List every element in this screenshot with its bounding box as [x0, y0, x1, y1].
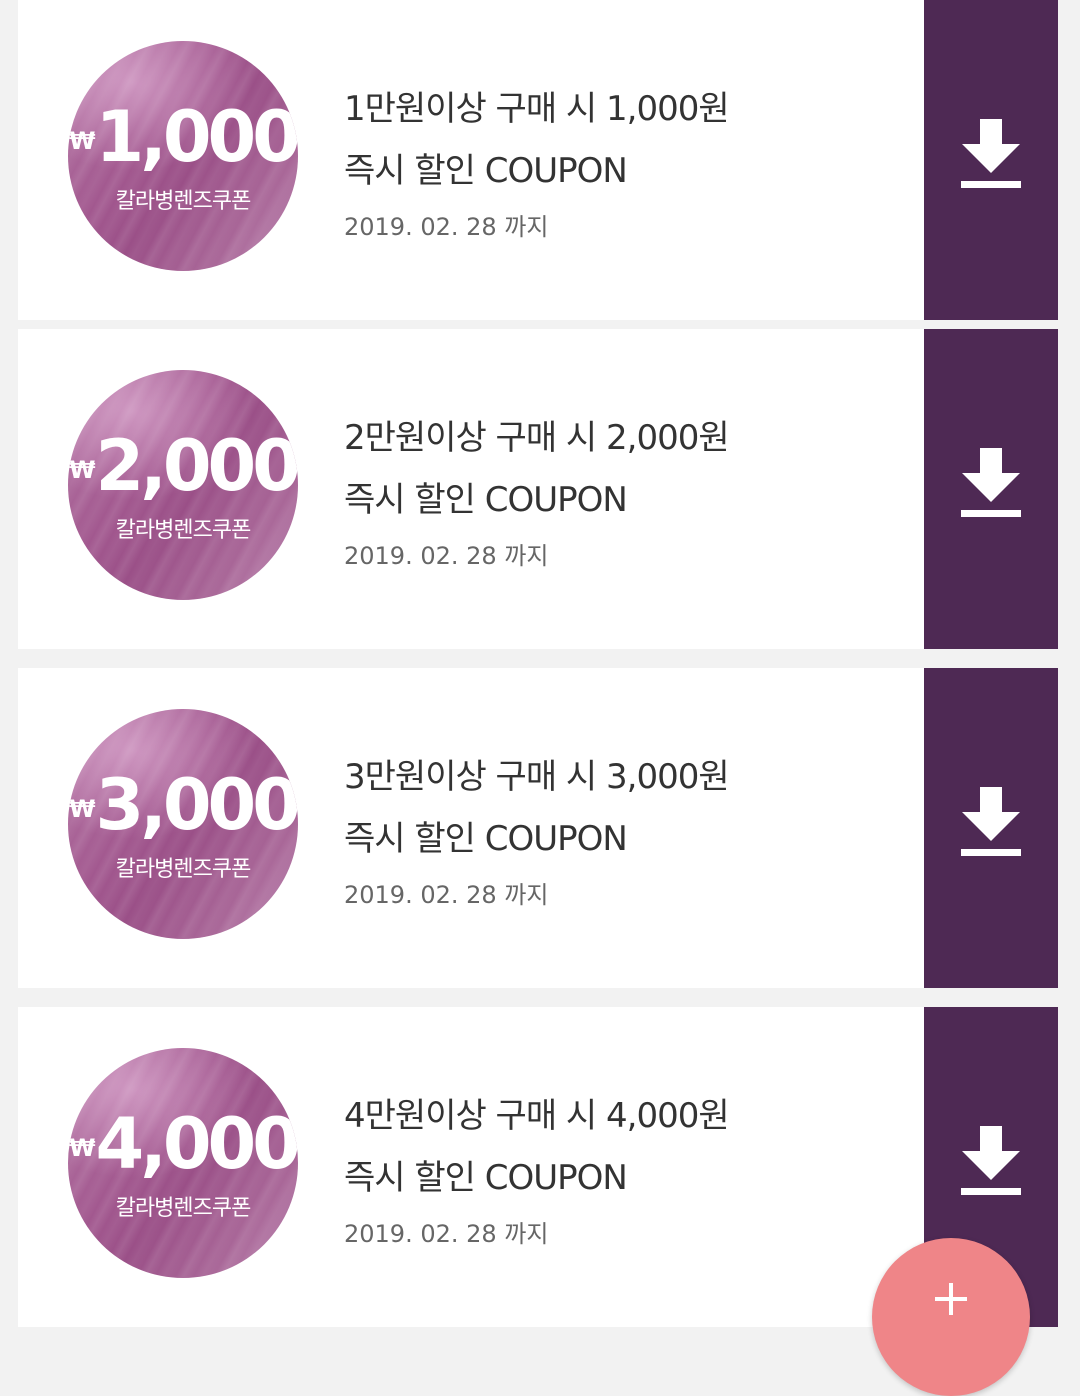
- coupon-info: 3만원이상 구매 시 3,000원 즉시 할인 COUPON 2019. 02.…: [344, 746, 904, 912]
- badge-label: 칼라병렌즈쿠폰: [115, 189, 252, 214]
- coupon-badge: ₩3,000 칼라병렌즈쿠폰: [68, 709, 298, 939]
- coupon-condition: 2만원이상 구매 시 2,000원: [344, 418, 730, 458]
- coupon-title: 즉시 할인 COUPON: [344, 480, 628, 520]
- won-symbol: ₩: [69, 456, 96, 484]
- badge-amount: ₩3,000: [68, 767, 298, 843]
- download-icon: [961, 119, 1021, 188]
- coupon-badge: ₩1,000 칼라병렌즈쿠폰: [68, 41, 298, 271]
- badge-label: 칼라병렌즈쿠폰: [115, 518, 252, 543]
- coupon-info: 1만원이상 구매 시 1,000원 즉시 할인 COUPON 2019. 02.…: [344, 78, 904, 244]
- coupon-badge: ₩4,000 칼라병렌즈쿠폰: [68, 1048, 298, 1278]
- badge-number: 4,000: [95, 1103, 298, 1185]
- download-coupon-button[interactable]: [924, 329, 1058, 649]
- won-symbol: ₩: [69, 795, 96, 823]
- coupon-expiry: 2019. 02. 28 까지: [344, 1220, 549, 1248]
- download-coupon-button[interactable]: [924, 668, 1058, 988]
- coupon-card-3000: ₩3,000 칼라병렌즈쿠폰 3만원이상 구매 시 3,000원 즉시 할인 C…: [18, 668, 1058, 988]
- download-icon: [961, 448, 1021, 517]
- coupon-condition: 3만원이상 구매 시 3,000원: [344, 757, 730, 797]
- badge-amount: ₩1,000: [68, 99, 298, 175]
- plus-icon: [935, 1283, 967, 1315]
- won-symbol: ₩: [69, 1134, 96, 1162]
- badge-label: 칼라병렌즈쿠폰: [115, 857, 252, 882]
- coupon-card-2000: ₩2,000 칼라병렌즈쿠폰 2만원이상 구매 시 2,000원 즉시 할인 C…: [18, 329, 1058, 649]
- coupon-badge: ₩2,000 칼라병렌즈쿠폰: [68, 370, 298, 600]
- add-fab-button[interactable]: [872, 1238, 1030, 1396]
- coupon-list: ₩1,000 칼라병렌즈쿠폰 1만원이상 구매 시 1,000원 즉시 할인 C…: [0, 0, 1080, 1332]
- coupon-condition: 4만원이상 구매 시 4,000원: [344, 1096, 730, 1136]
- coupon-title: 즉시 할인 COUPON: [344, 151, 628, 191]
- coupon-expiry: 2019. 02. 28 까지: [344, 213, 549, 241]
- coupon-expiry: 2019. 02. 28 까지: [344, 881, 549, 909]
- badge-amount: ₩2,000: [68, 428, 298, 504]
- download-coupon-button[interactable]: [924, 0, 1058, 320]
- badge-amount: ₩4,000: [68, 1106, 298, 1182]
- badge-number: 3,000: [95, 764, 298, 846]
- coupon-expiry: 2019. 02. 28 까지: [344, 542, 549, 570]
- coupon-info: 2만원이상 구매 시 2,000원 즉시 할인 COUPON 2019. 02.…: [344, 407, 904, 573]
- coupon-condition: 1만원이상 구매 시 1,000원: [344, 89, 730, 129]
- badge-label: 칼라병렌즈쿠폰: [115, 1196, 252, 1221]
- badge-number: 1,000: [95, 96, 298, 178]
- coupon-title: 즉시 할인 COUPON: [344, 1158, 628, 1198]
- coupon-info: 4만원이상 구매 시 4,000원 즉시 할인 COUPON 2019. 02.…: [344, 1085, 904, 1251]
- download-icon: [961, 787, 1021, 856]
- won-symbol: ₩: [69, 127, 96, 155]
- coupon-title: 즉시 할인 COUPON: [344, 819, 628, 859]
- badge-number: 2,000: [95, 425, 298, 507]
- download-icon: [961, 1126, 1021, 1195]
- coupon-card-1000: ₩1,000 칼라병렌즈쿠폰 1만원이상 구매 시 1,000원 즉시 할인 C…: [18, 0, 1058, 320]
